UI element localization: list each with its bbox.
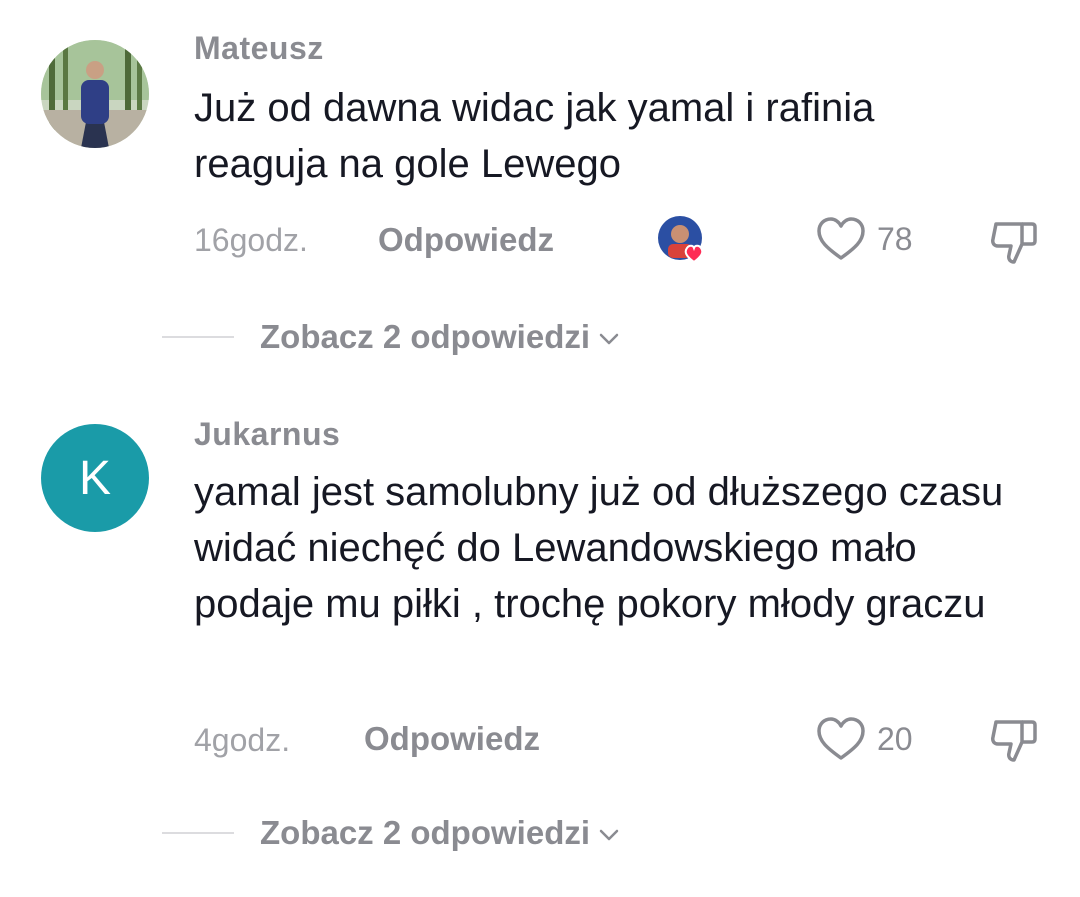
username[interactable]: Mateusz [194, 30, 324, 67]
comment-timestamp: 16godz. [194, 222, 308, 258]
divider-line [162, 832, 234, 834]
creator-avatar-heart-icon [658, 216, 704, 264]
dislike-button[interactable] [988, 716, 1040, 771]
heart-icon [817, 717, 865, 760]
comment-item: K Jukarnus yamal jest samolubny już od d… [0, 380, 1080, 897]
divider-line [162, 336, 234, 338]
username[interactable]: Jukarnus [194, 416, 340, 453]
avatar[interactable] [41, 40, 149, 148]
avatar[interactable]: K [41, 424, 149, 532]
comment-text: Już od dawna widac jak yamal i rafinia r… [194, 86, 875, 186]
like-count: 78 [877, 220, 913, 257]
view-replies-label: Zobacz 2 odpowiedzi [260, 318, 591, 355]
like-button[interactable]: 78 [815, 216, 913, 262]
reply-button[interactable]: Odpowiedz [378, 221, 554, 259]
thumbs-down-icon [991, 222, 1037, 264]
thumbs-down-icon [991, 720, 1037, 762]
comment-text: yamal jest samolubny już od dłuższego cz… [194, 470, 1004, 626]
view-replies-button[interactable]: Zobacz 2 odpowiedzi [162, 814, 620, 852]
chevron-down-icon [599, 333, 619, 345]
like-count: 20 [877, 720, 913, 757]
dislike-button[interactable] [988, 218, 1040, 273]
user-photo-icon [41, 40, 149, 148]
chevron-down-icon [599, 829, 619, 841]
creator-liked-badge [656, 214, 704, 264]
comment-timestamp: 4godz. [194, 722, 291, 758]
heart-icon [817, 217, 865, 260]
reply-button[interactable]: Odpowiedz [364, 720, 540, 758]
like-button[interactable]: 20 [815, 716, 913, 762]
view-replies-label: Zobacz 2 odpowiedzi [260, 814, 591, 851]
comment-item: Mateusz Już od dawna widac jak yamal i r… [0, 0, 1080, 380]
view-replies-button[interactable]: Zobacz 2 odpowiedzi [162, 318, 620, 356]
